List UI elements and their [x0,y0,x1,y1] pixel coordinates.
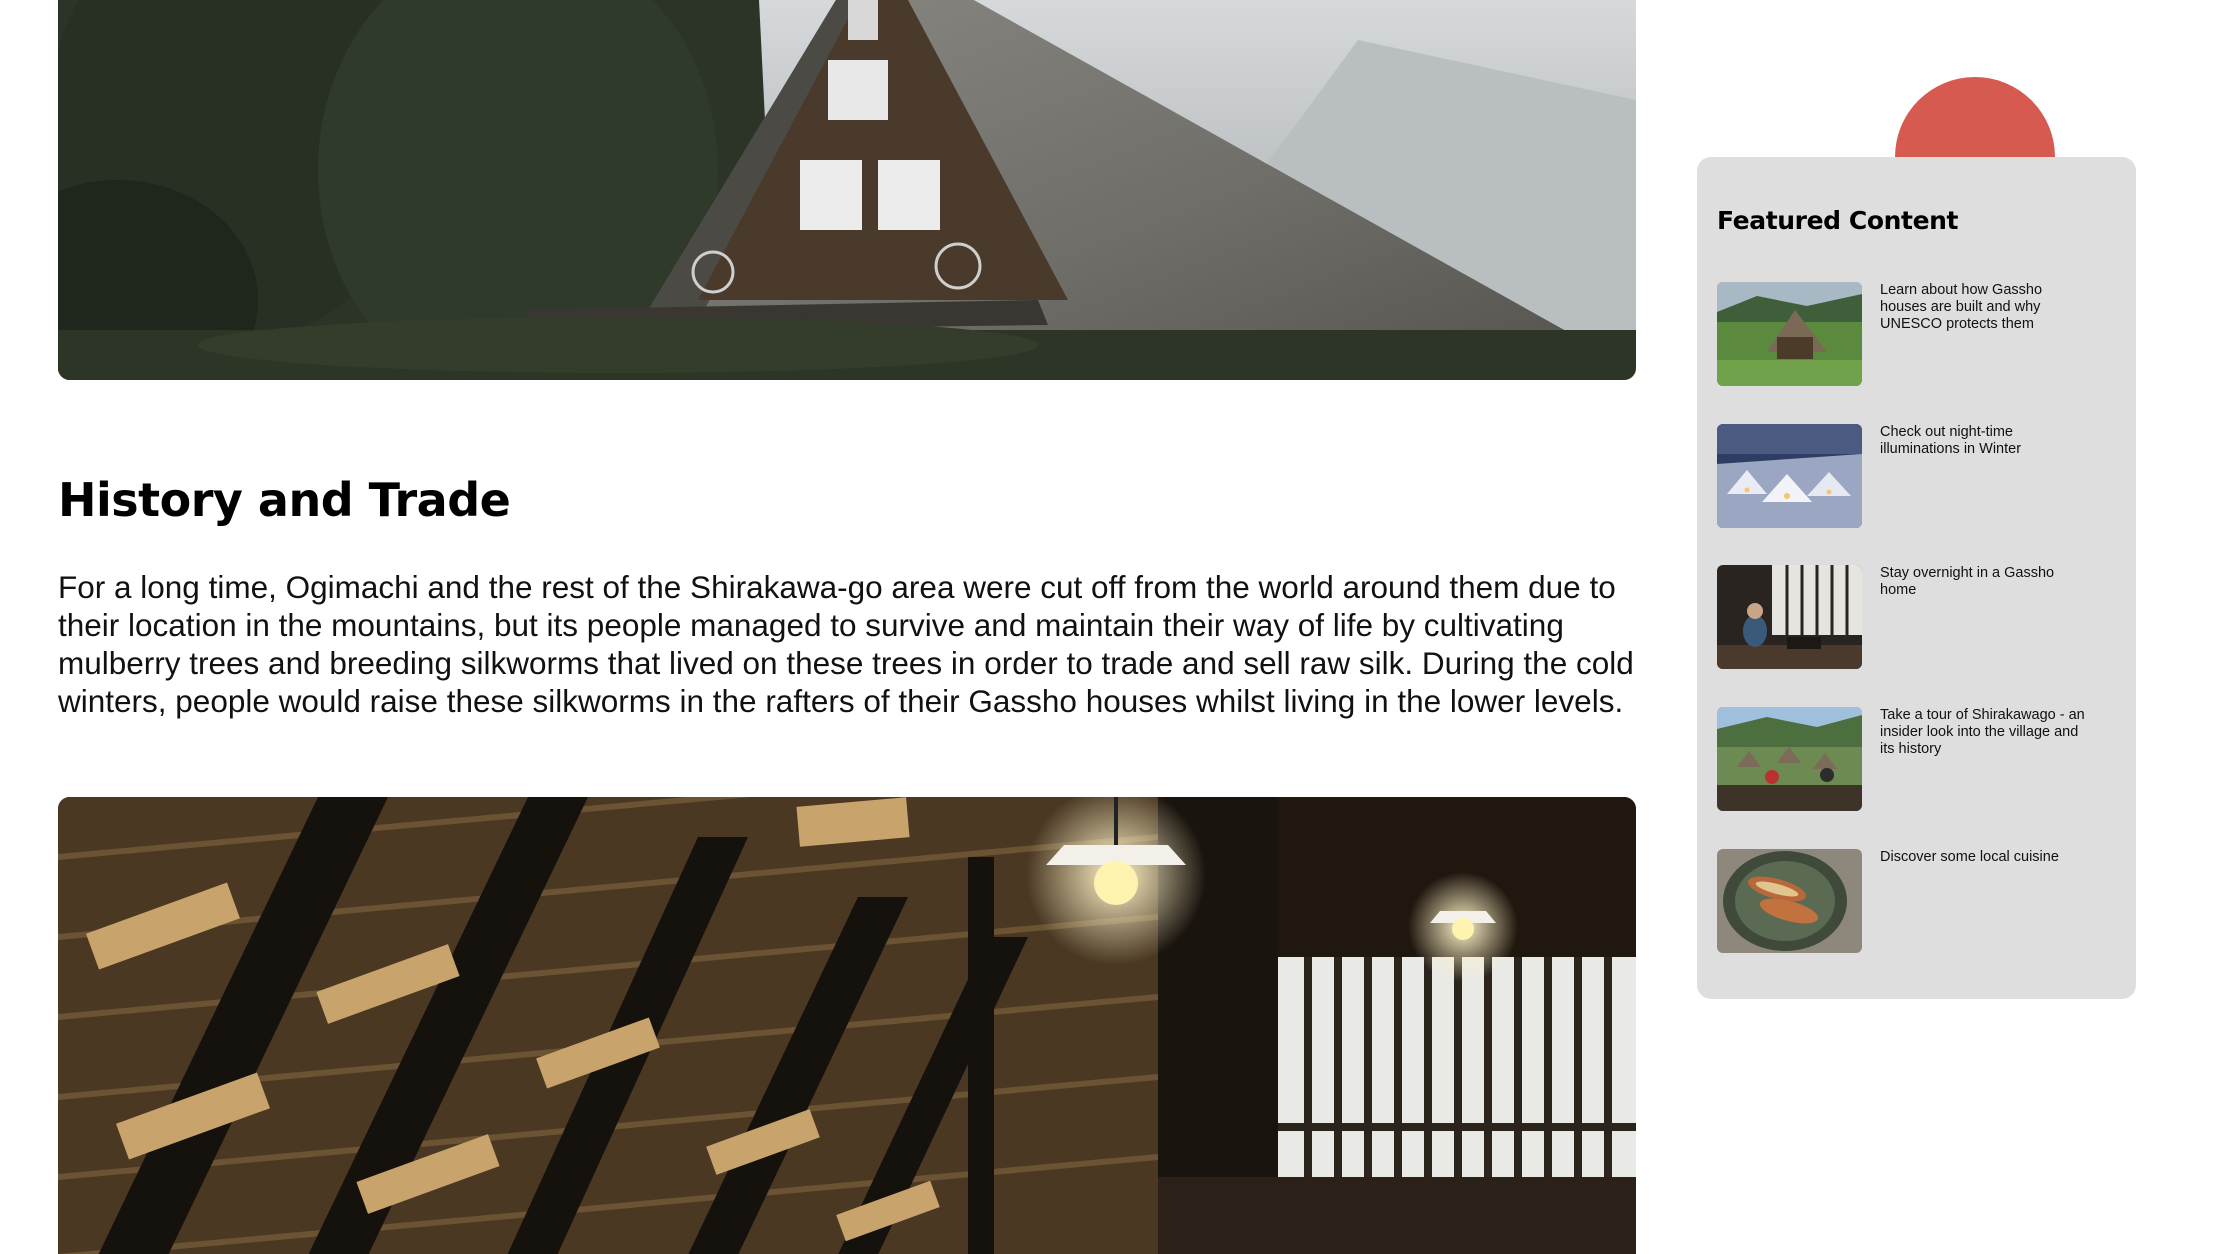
section-body-text: For a long time, Ogimachi and the rest o… [58,569,1634,719]
featured-item-gassho-houses[interactable]: Learn about how Gassho houses are built … [1717,282,2117,386]
featured-thumbnail[interactable] [1717,849,1862,953]
featured-item-label[interactable]: Stay overnight in a Gassho home [1880,565,2085,599]
featured-thumbnail[interactable] [1717,424,1862,528]
featured-thumbnail[interactable] [1717,565,1862,669]
featured-content-title: Featured Content [1717,206,1959,235]
featured-thumbnail[interactable] [1717,707,1862,811]
featured-item-village-tour[interactable]: Take a tour of Shirakawago - an insider … [1717,707,2117,811]
featured-content-panel: Featured Content Learn about how Gassho … [1697,157,2136,999]
section-heading: History and Trade [58,473,511,527]
featured-item-local-cuisine[interactable]: Discover some local cuisine [1717,849,2117,953]
featured-item-label[interactable]: Discover some local cuisine [1880,849,2085,866]
featured-item-overnight-stay[interactable]: Stay overnight in a Gassho home [1717,565,2117,669]
gassho-house-photo [58,0,1636,380]
featured-thumbnail[interactable] [1717,282,1862,386]
featured-item-label[interactable]: Take a tour of Shirakawago - an insider … [1880,707,2085,758]
page: History and Trade For a long time, Ogima… [0,0,2218,1254]
featured-item-winter-illuminations[interactable]: Check out night-time illuminations in Wi… [1717,424,2117,528]
gassho-interior-photo [58,797,1636,1254]
featured-item-label[interactable]: Check out night-time illuminations in Wi… [1880,424,2085,458]
featured-item-label[interactable]: Learn about how Gassho houses are built … [1880,282,2085,333]
